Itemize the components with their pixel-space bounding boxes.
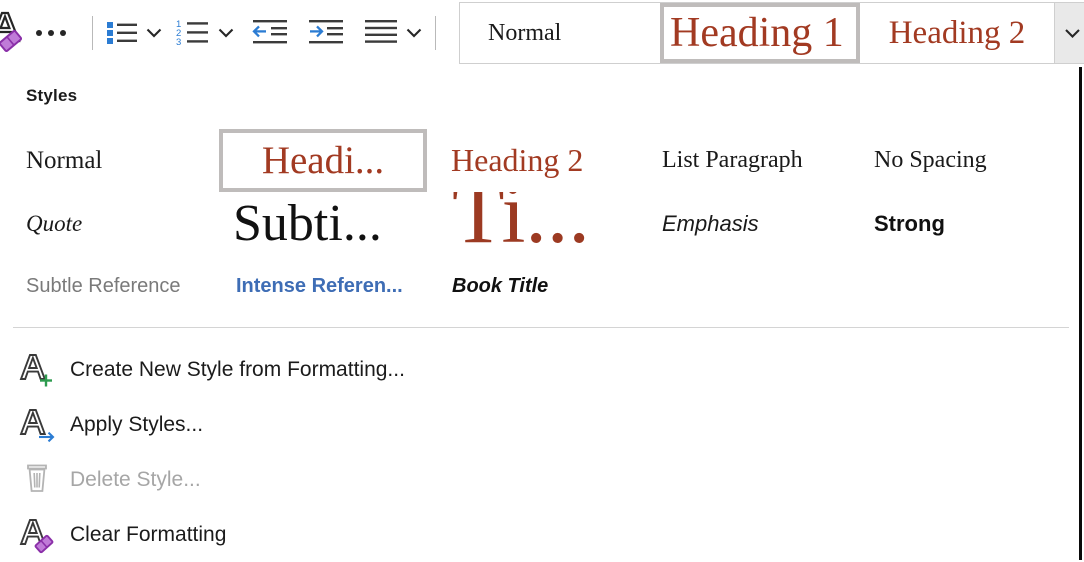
style-preview-label: Normal — [26, 146, 103, 174]
style-preview-label: List Paragraph — [662, 147, 803, 173]
command-label: Apply Styles... — [70, 412, 204, 436]
style-item-quote[interactable]: Quote — [26, 192, 216, 255]
styles-gallery-screen: 1 2 3 Normal Heading 1 Heading 2 Styles … — [0, 0, 1084, 560]
trash-icon — [16, 460, 60, 500]
style-preview-label: Subtle Reference — [26, 275, 181, 297]
style-item-list-paragraph[interactable]: List Paragraph — [662, 129, 862, 192]
bulleted-list-icon — [107, 22, 137, 44]
style-preview-label: Book Title — [452, 275, 549, 297]
numbering-group: 1 2 3 — [173, 13, 237, 53]
apply-styles-button[interactable]: Apply Styles... — [0, 397, 1082, 452]
panel-title: Styles — [26, 86, 78, 105]
styles-grid-row: Quote Subti... Ti... Emphasis Strong — [0, 192, 1082, 255]
quick-styles-gallery: Normal Heading 1 Heading 2 — [459, 2, 1084, 64]
more-options-ellipsis[interactable] — [36, 30, 66, 36]
styles-command-list: Create New Style from Formatting... Appl… — [0, 342, 1082, 562]
quick-style-heading-2[interactable]: Heading 2 — [860, 3, 1054, 63]
numbering-button[interactable]: 1 2 3 — [173, 13, 213, 53]
style-item-book-title[interactable]: Book Title — [452, 255, 642, 318]
increase-indent-icon — [309, 20, 343, 44]
style-item-no-spacing[interactable]: No Spacing — [874, 129, 1064, 192]
bullets-button[interactable] — [103, 13, 141, 53]
quick-styles-more-button[interactable] — [1054, 3, 1084, 63]
quick-style-label: Heading 1 — [670, 10, 844, 56]
style-preview-label: Emphasis — [662, 210, 759, 236]
bullets-dropdown-button[interactable] — [143, 13, 165, 53]
numbered-list-icon: 1 2 3 — [176, 19, 208, 48]
style-item-emphasis[interactable]: Emphasis — [662, 192, 862, 255]
ellipsis-dot — [36, 30, 42, 36]
style-preview-label: Intense Referen... — [236, 275, 403, 297]
styles-grid-row: Subtle Reference Intense Referen... Book… — [0, 255, 1082, 318]
style-preview-label: Ti... — [452, 192, 590, 255]
delete-style-button[interactable]: Delete Style... — [0, 452, 1082, 507]
chevron-down-icon — [406, 28, 422, 38]
quick-style-label: Normal — [488, 19, 562, 46]
svg-text:3: 3 — [176, 37, 181, 48]
quick-style-heading-1[interactable]: Heading 1 — [660, 3, 860, 63]
line-spacing-group — [361, 13, 425, 53]
panel-divider — [13, 327, 1069, 328]
chevron-down-icon — [1064, 28, 1080, 38]
style-preview-label: Quote — [26, 210, 83, 236]
quick-style-label: Heading 2 — [888, 14, 1026, 51]
line-spacing-dropdown-button[interactable] — [403, 13, 425, 53]
styles-grid-row: Normal Headi... Heading 2 List Paragraph… — [0, 129, 1082, 192]
ribbon-paragraph-group: 1 2 3 Normal Heading 1 Heading 2 — [0, 0, 1084, 66]
numbering-dropdown-button[interactable] — [215, 13, 237, 53]
style-preview-label: Strong — [874, 210, 945, 236]
style-item-subtitle[interactable]: Subti... — [233, 192, 427, 255]
styles-grid: Normal Headi... Heading 2 List Paragraph… — [0, 129, 1082, 318]
style-preview-label: No Spacing — [874, 147, 987, 173]
command-label: Create New Style from Formatting... — [70, 357, 405, 381]
style-item-heading-1[interactable]: Headi... — [219, 129, 427, 192]
style-item-heading-2[interactable]: Heading 2 — [451, 129, 651, 192]
style-item-subtle-reference[interactable]: Subtle Reference — [26, 255, 226, 318]
line-spacing-button[interactable] — [361, 13, 401, 53]
chevron-down-icon — [218, 28, 234, 38]
style-preview-label: Heading 2 — [451, 142, 584, 178]
a-plus-icon — [16, 350, 60, 390]
clear-formatting-icon[interactable] — [0, 5, 22, 61]
toolbar-separator — [435, 16, 436, 50]
style-item-normal[interactable]: Normal — [26, 129, 216, 192]
decrease-indent-icon — [252, 20, 287, 44]
style-item-title[interactable]: Ti... — [452, 192, 649, 255]
style-preview-label: Subti... — [233, 195, 382, 252]
ellipsis-dot — [48, 30, 54, 36]
clear-formatting-button[interactable]: Clear Formatting — [0, 507, 1082, 562]
line-and-paragraph-spacing-icon — [365, 20, 397, 43]
a-arrow-icon — [16, 405, 60, 445]
decrease-indent-button[interactable] — [249, 13, 293, 53]
increase-indent-button[interactable] — [305, 13, 349, 53]
create-new-style-from-formatting-button[interactable]: Create New Style from Formatting... — [0, 342, 1082, 397]
ellipsis-dot — [60, 30, 66, 36]
ribbon-left-tools: 1 2 3 — [0, 0, 446, 66]
styles-dropdown-panel: Styles Normal Headi... Heading 2 List Pa… — [0, 67, 1082, 560]
toolbar-separator — [92, 16, 93, 50]
chevron-down-icon — [146, 28, 162, 38]
style-item-strong[interactable]: Strong — [874, 192, 1064, 255]
quick-style-normal[interactable]: Normal — [460, 3, 660, 63]
style-item-intense-reference[interactable]: Intense Referen... — [236, 255, 441, 318]
style-preview-label: Headi... — [261, 139, 385, 182]
bullets-group — [103, 13, 165, 53]
command-label: Delete Style... — [70, 467, 201, 491]
command-label: Clear Formatting — [70, 522, 227, 546]
a-eraser-icon — [16, 515, 60, 555]
